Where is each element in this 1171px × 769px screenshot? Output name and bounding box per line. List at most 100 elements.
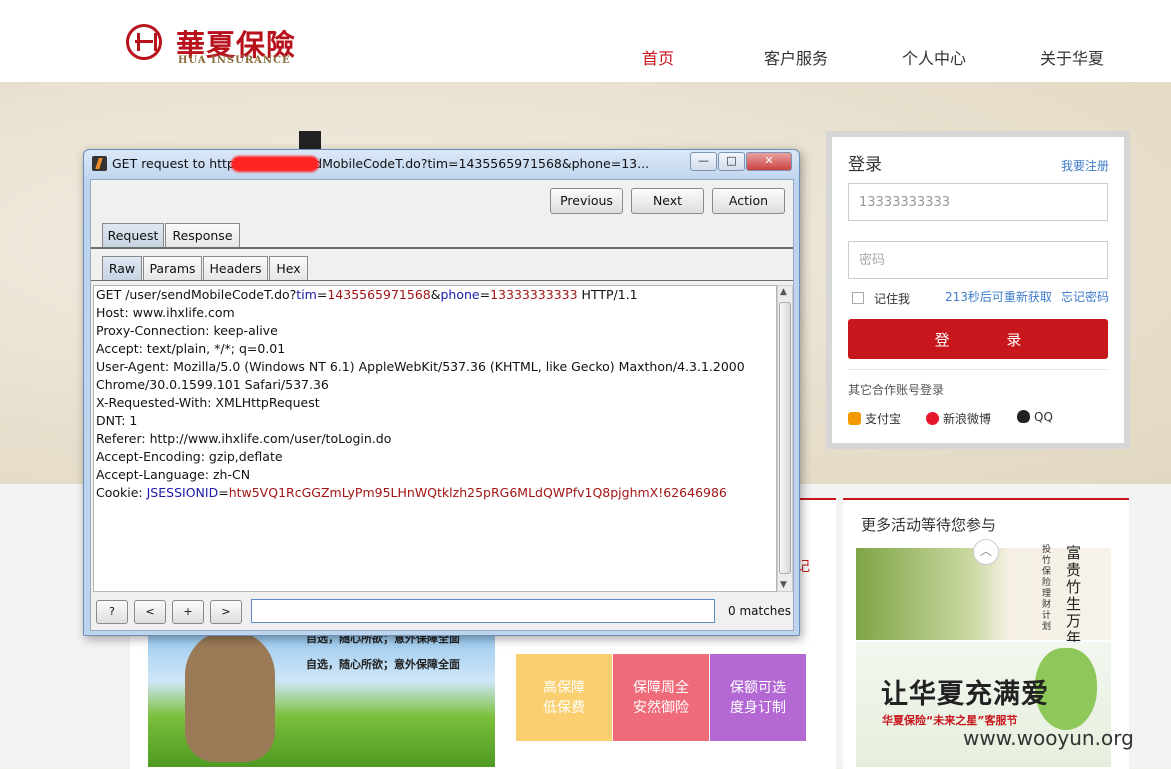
product-tagline-2: 自选，随心所欲；意外保障全面	[306, 658, 460, 671]
request-token: Accept: text/plain, */*; q=0.01	[96, 341, 286, 356]
search-add-button[interactable]: +	[172, 600, 204, 624]
other-login-label: 其它合作账号登录	[848, 383, 945, 397]
maximize-button[interactable]: □	[718, 152, 745, 171]
qq-icon	[1017, 410, 1030, 423]
request-token: Chrome/30.0.1599.101 Safari/537.36	[96, 377, 329, 392]
tab-params[interactable]: Params	[143, 256, 202, 280]
request-token: 13333333333	[490, 287, 578, 302]
request-line: User-Agent: Mozilla/5.0 (Windows NT 6.1)…	[96, 358, 745, 376]
request-line: GET /user/sendMobileCodeT.do?tim=1435565…	[96, 286, 638, 304]
remember-checkbox[interactable]	[852, 292, 864, 304]
request-token: DNT: 1	[96, 413, 138, 428]
resend-countdown[interactable]: 213秒后可重新获取	[945, 288, 1052, 305]
request-token: Host: www.ihxlife.com	[96, 305, 235, 320]
scrollbar-thumb[interactable]	[779, 302, 791, 574]
divider	[848, 369, 1108, 370]
feature-3-line1: 保额可选	[730, 680, 786, 696]
dialog-body: Previous Next Action Request Response Ra…	[90, 179, 794, 631]
search-prev-button[interactable]: <	[134, 600, 166, 624]
request-token: Referer: http://www.ihxlife.com/user/toL…	[96, 431, 392, 446]
request-raw-text[interactable]: GET /user/sendMobileCodeT.do?tim=1435565…	[93, 285, 777, 592]
nav-customer-service[interactable]: 客户服务	[764, 45, 828, 69]
feature-tile-1[interactable]: 高保障 低保费	[516, 654, 612, 741]
tab-headers[interactable]: Headers	[203, 256, 268, 280]
next-button[interactable]: Next	[631, 188, 704, 214]
feature-3-line2: 度身订制	[730, 700, 786, 716]
request-token: Proxy-Connection: keep-alive	[96, 323, 278, 338]
alipay-login[interactable]: 支付宝	[848, 410, 901, 427]
request-dialog: GET request to http:// t/user/sendMobile…	[83, 149, 800, 636]
feature-tile-2[interactable]: 保障周全 安然御险	[613, 654, 709, 741]
scroll-up-arrow-icon[interactable]: ▲	[780, 287, 787, 297]
weibo-login[interactable]: 新浪微博	[926, 410, 991, 427]
request-token: JSESSIONID	[146, 485, 219, 500]
teddy-bear-image	[185, 630, 275, 762]
request-token: X-Requested-With: XMLHttpRequest	[96, 395, 320, 410]
weibo-label: 新浪微博	[943, 412, 992, 426]
redaction-mark	[231, 156, 319, 172]
action-button[interactable]: Action	[712, 188, 785, 214]
request-line: Chrome/30.0.1599.101 Safari/537.36	[96, 376, 329, 394]
login-title: 登录	[848, 155, 882, 175]
request-line: Accept-Encoding: gzip,deflate	[96, 448, 283, 466]
search-next-button[interactable]: >	[210, 600, 242, 624]
tab-raw[interactable]: Raw	[102, 256, 142, 280]
nav-home[interactable]: 首页	[642, 45, 674, 69]
app-icon	[92, 156, 107, 171]
promo1-subheading: 投竹保险理财计划	[1042, 545, 1052, 632]
tab-response[interactable]: Response	[165, 223, 240, 247]
request-line: Proxy-Connection: keep-alive	[96, 322, 278, 340]
request-line: Accept-Language: zh-CN	[96, 466, 250, 484]
feature-1-line1: 高保障	[543, 680, 585, 696]
request-line: DNT: 1	[96, 412, 137, 430]
tab-hex[interactable]: Hex	[269, 256, 308, 280]
login-button[interactable]: 登 录	[848, 319, 1108, 359]
scroll-up-button[interactable]: ︿	[973, 539, 999, 565]
activities-title: 更多活动等待您参与	[861, 516, 997, 534]
phone-input[interactable]	[848, 183, 1108, 221]
request-token: GET /user/sendMobileCodeT.do?	[96, 287, 297, 302]
nav-about[interactable]: 关于华夏	[1040, 45, 1104, 69]
register-link[interactable]: 我要注册	[1061, 157, 1109, 174]
request-line: X-Requested-With: XMLHttpRequest	[96, 394, 320, 412]
promo2-heading: 让华夏充满爱	[881, 679, 1049, 710]
forgot-password-link[interactable]: 忘记密码	[1061, 288, 1109, 305]
request-line: Accept: text/plain, */*; q=0.01	[96, 340, 285, 358]
request-token: =	[479, 287, 491, 302]
minimize-button[interactable]: —	[690, 152, 717, 171]
request-token: HTTP/1.1	[577, 287, 638, 302]
previous-button[interactable]: Previous	[550, 188, 623, 214]
request-token: phone	[440, 287, 480, 302]
dialog-title: GET request to http:// t/user/sendMobile…	[112, 156, 650, 171]
remember-label: 记住我	[874, 292, 911, 306]
request-token: =	[316, 287, 328, 302]
logo[interactable]: 華夏保險 HUA INSURANCE	[126, 24, 326, 72]
request-line: Host: www.ihxlife.com	[96, 304, 235, 322]
tab-divider	[91, 247, 793, 249]
request-token: htw5VQ1RcGGZmLyPm95LHnWQtklzh25pRG6MLdQW…	[228, 485, 727, 500]
alipay-icon	[848, 412, 861, 425]
dialog-titlebar[interactable]: GET request to http:// t/user/sendMobile…	[84, 150, 799, 178]
close-button[interactable]: ✕	[746, 152, 792, 171]
logo-emblem-icon	[126, 24, 162, 60]
scroll-down-arrow-icon[interactable]: ▼	[780, 580, 787, 590]
nav-personal-center[interactable]: 个人中心	[902, 45, 966, 69]
help-button[interactable]: ?	[96, 600, 128, 624]
request-token: Cookie:	[96, 485, 147, 500]
qq-label: QQ	[1034, 410, 1053, 424]
password-input[interactable]	[848, 241, 1108, 279]
request-token: Accept-Encoding: gzip,deflate	[96, 449, 283, 464]
vertical-scrollbar[interactable]: ▲ ▼	[777, 285, 793, 592]
search-input[interactable]	[251, 599, 715, 623]
request-token: 1435565971568	[327, 287, 431, 302]
alipay-label: 支付宝	[865, 412, 902, 426]
request-token: =	[218, 485, 229, 500]
feature-1-line2: 低保费	[543, 700, 585, 716]
promo1-heading: 富贵竹生万年	[1066, 544, 1082, 647]
weibo-icon	[926, 412, 939, 425]
tab-request[interactable]: Request	[102, 223, 164, 247]
qq-login[interactable]: QQ	[1017, 410, 1053, 424]
site-header: 華夏保險 HUA INSURANCE 首页 客户服务 个人中心 关于华夏	[0, 0, 1171, 83]
request-token: Accept-Language: zh-CN	[96, 467, 251, 482]
feature-tile-3[interactable]: 保额可选 度身订制	[710, 654, 806, 741]
